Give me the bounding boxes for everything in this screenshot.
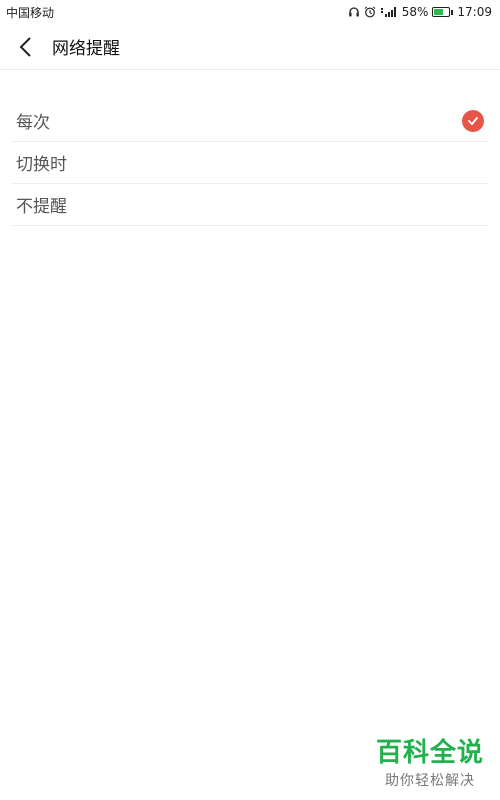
option-label: 每次 bbox=[16, 113, 50, 133]
headphones-icon bbox=[348, 6, 360, 18]
page-title: 网络提醒 bbox=[52, 39, 120, 59]
options-list: 每次 切换时 不提醒 bbox=[12, 100, 488, 226]
battery-icon bbox=[432, 7, 454, 17]
option-label: 切换时 bbox=[16, 155, 67, 175]
carrier-name: 中国移动 bbox=[6, 5, 55, 20]
option-every-time[interactable]: 每次 bbox=[12, 100, 488, 142]
alarm-icon bbox=[364, 6, 376, 18]
option-on-switch[interactable]: 切换时 bbox=[12, 142, 488, 184]
battery-fill bbox=[434, 9, 443, 15]
clock: 17:09 bbox=[457, 5, 492, 19]
signal-icon bbox=[380, 6, 398, 18]
watermark: 百科全说 助你轻松解决 bbox=[376, 738, 484, 790]
watermark-title: 百科全说 bbox=[375, 738, 484, 768]
option-no-remind[interactable]: 不提醒 bbox=[12, 184, 488, 226]
status-icons: 58% 17:09 bbox=[348, 5, 500, 19]
watermark-subtitle: 助你轻松解决 bbox=[384, 773, 475, 789]
app-header: 网络提醒 bbox=[0, 24, 500, 70]
back-button[interactable] bbox=[6, 24, 44, 70]
chevron-left-icon bbox=[19, 36, 31, 57]
checkmark-icon bbox=[462, 109, 484, 132]
battery-percent: 58% bbox=[401, 5, 429, 19]
option-label: 不提醒 bbox=[16, 197, 67, 217]
status-bar: 中国移动 58% 17:09 bbox=[0, 0, 500, 24]
